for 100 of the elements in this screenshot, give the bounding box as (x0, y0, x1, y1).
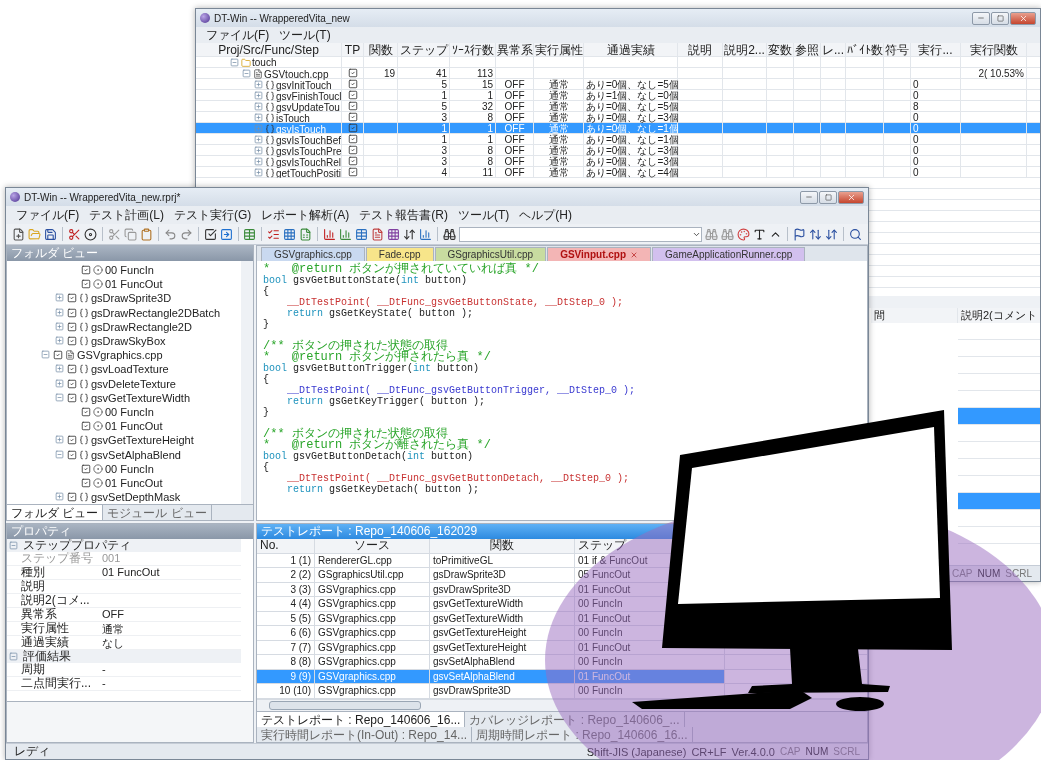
collapse-icon[interactable] (242, 69, 252, 79)
font-icon[interactable] (753, 227, 767, 241)
checked-checkbox-icon[interactable] (67, 293, 77, 304)
expand-icon[interactable] (254, 124, 264, 134)
table-cell[interactable]: 4 (4) (257, 597, 315, 612)
checked-checkbox-icon[interactable] (67, 336, 77, 347)
checked-checkbox-icon[interactable] (347, 79, 358, 89)
expand-icon[interactable] (254, 80, 264, 90)
redo-icon[interactable] (179, 227, 193, 241)
checked-checkbox-icon[interactable] (67, 321, 77, 332)
grid-icon[interactable] (387, 227, 401, 241)
report-tab[interactable]: テストレポート : Repo_140606_16... (257, 712, 466, 727)
checked-checkbox-icon[interactable] (347, 123, 358, 133)
table-cell[interactable]: 10 (10) (257, 684, 315, 699)
paste-icon[interactable] (139, 227, 153, 241)
menu-item[interactable]: ツール(T) (454, 206, 514, 224)
maximize-button[interactable] (991, 11, 1009, 25)
chart-icon[interactable] (339, 227, 353, 241)
tree-item[interactable]: 00 FuncIn (105, 264, 154, 277)
menu-item[interactable]: ヘルプ(H) (515, 206, 576, 224)
scrollbar-thumb[interactable] (269, 701, 421, 710)
report-tab[interactable]: 周期時間レポート : Repo_140606_16... (472, 727, 693, 742)
view-tab[interactable]: モジュール ビュー (103, 505, 212, 520)
tree-item[interactable]: gsDrawSkyBox (91, 335, 166, 348)
checked-checkbox-icon[interactable] (81, 265, 91, 276)
checked-checkbox-icon[interactable] (67, 449, 77, 460)
checked-checkbox-icon[interactable] (81, 477, 91, 488)
checked-checkbox-icon[interactable] (347, 90, 358, 100)
close-button[interactable] (838, 190, 864, 204)
copy-icon[interactable] (123, 227, 137, 241)
expand-icon[interactable] (55, 307, 65, 318)
checked-checkbox-icon[interactable] (81, 463, 91, 474)
expand-icon[interactable] (254, 168, 264, 178)
save-icon[interactable] (44, 227, 57, 241)
checked-checkbox-icon[interactable] (81, 406, 91, 417)
checked-checkbox-icon[interactable] (67, 492, 77, 503)
file-tab[interactable]: GameApplicationRunner.cpp (652, 247, 806, 261)
tree-item[interactable]: 00 FuncIn (105, 462, 154, 475)
expand-icon[interactable] (254, 135, 264, 145)
tree-item[interactable]: gsvSetDepthMask (91, 491, 181, 504)
palette-icon[interactable] (737, 227, 751, 241)
checked-checkbox-icon[interactable] (67, 307, 77, 318)
collapse-icon[interactable] (41, 350, 51, 361)
expand-icon[interactable] (55, 435, 65, 446)
checked-checkbox-icon[interactable] (53, 350, 63, 361)
tree-item[interactable]: gsvSetAlphaBlend (91, 448, 181, 461)
flag-icon[interactable] (793, 227, 807, 241)
run-icon[interactable] (219, 227, 233, 241)
expand-icon[interactable] (55, 293, 65, 304)
checked-checkbox-icon[interactable] (347, 156, 358, 166)
tree-item[interactable]: 00 FuncIn (105, 405, 154, 418)
menu-item[interactable]: テスト計画(L) (85, 206, 168, 224)
menu-item[interactable]: テスト報告書(R) (355, 206, 452, 224)
column-header[interactable]: ソース (315, 539, 430, 554)
cut-icon[interactable] (107, 227, 121, 241)
arrows-icon[interactable] (825, 227, 839, 241)
grid-row[interactable]: touch (196, 57, 1040, 68)
expand-icon[interactable] (55, 492, 65, 503)
expand-icon[interactable] (254, 146, 264, 156)
collapse-icon[interactable] (55, 392, 65, 403)
checked-checkbox-icon[interactable] (347, 68, 358, 78)
maximize-button[interactable] (819, 190, 837, 204)
tree-item[interactable]: GSVgraphics.cpp (77, 349, 163, 362)
new-file-icon[interactable] (12, 227, 25, 241)
grid-row[interactable] (958, 493, 1040, 510)
file-tab[interactable]: Fade.cpp (365, 247, 434, 261)
collapse-icon[interactable] (9, 651, 19, 662)
checked-checkbox-icon[interactable] (81, 279, 91, 290)
menu-item[interactable]: テスト実行(G) (170, 206, 256, 224)
expand-icon[interactable] (254, 102, 264, 112)
tree-item[interactable]: gsvDeleteTexture (91, 377, 176, 390)
close-icon[interactable] (630, 250, 639, 259)
collapse-icon[interactable] (55, 449, 65, 460)
file-tab[interactable]: GSgraphicsUtil.cpp (434, 247, 547, 261)
grid-row[interactable] (958, 408, 1040, 425)
file-tab[interactable]: GSVgraphics.cpp (261, 247, 365, 261)
tree-item[interactable]: gsDrawRectangle2D (91, 320, 192, 333)
close-button[interactable] (1010, 11, 1036, 25)
spreadsheet-icon[interactable] (299, 227, 313, 241)
column-header[interactable]: No. (257, 539, 315, 554)
checked-checkbox-icon[interactable] (81, 421, 91, 432)
search-icon[interactable] (849, 227, 862, 241)
tree-item[interactable]: gsDrawRectangle2DBatch (91, 306, 220, 319)
grid-icon[interactable] (283, 227, 297, 241)
minimize-button[interactable] (800, 190, 818, 204)
checked-checkbox-icon[interactable] (67, 435, 77, 446)
binoculars-icon[interactable] (443, 227, 457, 241)
arrows-icon[interactable] (809, 227, 823, 241)
table-icon[interactable] (355, 227, 369, 241)
checked-checkbox-icon[interactable] (347, 112, 358, 122)
tree-item[interactable]: 01 FuncOut (105, 278, 163, 291)
checked-checkbox-icon[interactable] (67, 392, 77, 403)
collapse-icon[interactable] (9, 540, 19, 551)
collapse-icon[interactable] (230, 57, 240, 68)
undo-icon[interactable] (163, 227, 177, 241)
check-icon[interactable] (203, 227, 217, 241)
tree-item[interactable]: gsDrawSprite3D (91, 292, 172, 305)
scissors-icon[interactable] (67, 227, 81, 241)
checklist-icon[interactable] (267, 227, 281, 241)
table-cell[interactable]: 8 (8) (257, 655, 315, 670)
